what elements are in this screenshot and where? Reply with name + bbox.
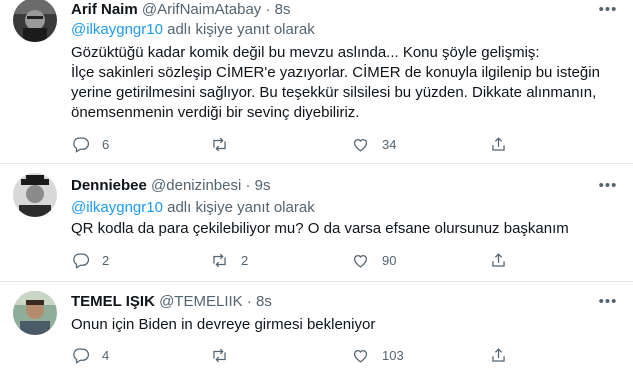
share-icon	[492, 136, 505, 151]
tweet[interactable]: TEMEL IŞIK @TEMELIIK · 8s ••• Onun için …	[0, 282, 633, 374]
separator-dot: ·	[265, 1, 271, 18]
more-options-button[interactable]: •••	[597, 1, 619, 19]
share-button[interactable]	[489, 344, 508, 366]
timestamp[interactable]: 8s	[275, 1, 291, 18]
reply-count: 6	[102, 136, 110, 152]
more-options-button[interactable]: •••	[597, 293, 619, 311]
reply-button[interactable]: 2	[71, 249, 109, 271]
retweet-icon	[213, 253, 226, 267]
tweet-actions: 4 103	[71, 344, 616, 366]
retweet-icon	[213, 137, 226, 151]
replying-to: @ilkaygngr10 adlı kişiye yanıt olarak	[71, 198, 315, 218]
reply-count: 4	[102, 347, 110, 363]
mention-link[interactable]: @ilkaygngr10	[71, 21, 163, 38]
username[interactable]: @TEMELIIK	[159, 293, 243, 310]
username[interactable]: @ArifNaimAtabay	[142, 1, 261, 18]
avatar-image	[13, 291, 57, 335]
reply-icon	[73, 253, 89, 269]
tweet-text: Onun için Biden in devreye girmesi bekle…	[71, 315, 616, 335]
separator-dot: ·	[245, 177, 251, 194]
timestamp[interactable]: 8s	[256, 293, 272, 310]
mention-link[interactable]: @ilkaygngr10	[71, 199, 163, 216]
heart-icon	[353, 254, 368, 268]
share-icon	[492, 347, 505, 362]
more-horizontal-icon: •••	[598, 293, 618, 310]
replying-to-label: adlı kişiye yanıt olarak	[167, 21, 315, 38]
more-horizontal-icon: •••	[598, 177, 618, 194]
tweet[interactable]: Arif Naim @ArifNaimAtabay · 8s ••• @ilka…	[0, 0, 633, 163]
like-button[interactable]: 103	[351, 344, 404, 366]
replying-to: @ilkaygngr10 adlı kişiye yanıt olarak	[71, 20, 315, 40]
reply-count: 2	[102, 252, 110, 268]
reply-button[interactable]: 6	[71, 133, 109, 155]
like-count: 103	[382, 347, 404, 363]
retweet-count: 2	[241, 252, 249, 268]
separator-dot: ·	[246, 293, 252, 310]
like-count: 90	[382, 252, 397, 268]
tweet-text-line: önemsenmenin verdiği bir sevinç diyebili…	[71, 104, 360, 121]
share-button[interactable]	[489, 249, 508, 271]
display-name[interactable]: TEMEL IŞIK	[71, 293, 155, 310]
reply-button[interactable]: 4	[71, 344, 109, 366]
display-name[interactable]: Denniebee	[71, 177, 147, 194]
retweet-icon	[213, 348, 226, 362]
like-button[interactable]: 34	[351, 133, 396, 155]
tweet-header: Denniebee @denizinbesi · 9s	[71, 176, 271, 196]
reply-icon	[73, 137, 89, 153]
share-icon	[492, 252, 505, 267]
tweet-text-line: yerine getirilmesini sağlıyor. Bu teşekk…	[71, 84, 597, 101]
username[interactable]: @denizinbesi	[151, 177, 241, 194]
more-options-button[interactable]: •••	[597, 177, 619, 195]
tweet-header: Arif Naim @ArifNaimAtabay · 8s	[71, 0, 290, 20]
tweet-actions: 6 34	[71, 133, 616, 155]
timestamp[interactable]: 9s	[255, 177, 271, 194]
tweet[interactable]: Denniebee @denizinbesi · 9s ••• @ilkaygn…	[0, 164, 633, 281]
more-horizontal-icon: •••	[598, 1, 618, 18]
like-button[interactable]: 90	[351, 249, 396, 271]
heart-icon	[353, 138, 368, 152]
avatar[interactable]	[13, 291, 57, 335]
display-name[interactable]: Arif Naim	[71, 1, 138, 18]
retweet-button[interactable]: 2	[210, 249, 248, 271]
share-button[interactable]	[489, 133, 508, 155]
avatar[interactable]	[13, 0, 57, 42]
avatar-image	[13, 0, 57, 42]
avatar-image	[13, 173, 57, 217]
tweet-text-line: QR kodla da para çekilebiliyor mu? O da …	[71, 220, 569, 237]
reply-icon	[73, 348, 89, 364]
tweet-header: TEMEL IŞIK @TEMELIIK · 8s	[71, 292, 272, 312]
retweet-button[interactable]	[210, 344, 241, 366]
tweet-text-line: Onun için Biden in devreye girmesi bekle…	[71, 316, 376, 333]
retweet-button[interactable]	[210, 133, 241, 155]
like-count: 34	[382, 136, 397, 152]
heart-icon	[353, 349, 368, 363]
tweet-text: Gözüktüğü kadar komik değil bu mevzu asl…	[71, 43, 616, 123]
avatar[interactable]	[13, 173, 57, 217]
tweet-text: QR kodla da para çekilebiliyor mu? O da …	[71, 219, 616, 239]
replying-to-label: adlı kişiye yanıt olarak	[167, 199, 315, 216]
tweet-text-line: Gözüktüğü kadar komik değil bu mevzu asl…	[71, 44, 540, 61]
tweet-actions: 2 2 90	[71, 249, 616, 271]
tweet-text-line: İlçe sakinleri sözleşip CİMER'e yazıyorl…	[71, 64, 600, 81]
